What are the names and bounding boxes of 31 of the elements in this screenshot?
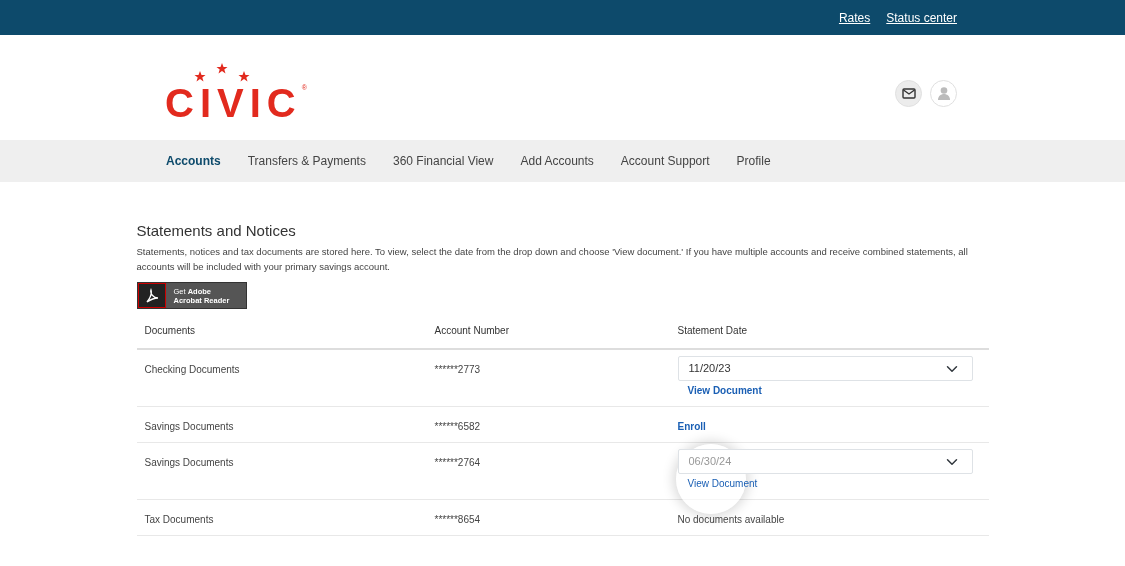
table-cell: ******6582 bbox=[434, 421, 481, 432]
nav-tab[interactable]: Transfers & Payments bbox=[247, 152, 366, 170]
nav-tab[interactable]: Accounts bbox=[166, 152, 221, 170]
stars-icon bbox=[192, 63, 252, 83]
date-select[interactable]: 11/20/23 bbox=[677, 356, 973, 381]
table-cell: Savings Documents bbox=[144, 457, 234, 468]
rates-link[interactable]: Rates bbox=[838, 8, 871, 27]
view-document-link[interactable]: View Document bbox=[687, 383, 762, 398]
mail-icon bbox=[901, 87, 916, 99]
page-title: Statements and Notices bbox=[136, 222, 297, 240]
nav-tab[interactable]: Profile bbox=[736, 152, 771, 170]
table-cell: ******2773 bbox=[434, 364, 481, 375]
table-cell: ******2764 bbox=[434, 457, 481, 468]
table-cell: Checking Documents bbox=[144, 364, 240, 375]
column-header: Account Number bbox=[434, 324, 510, 338]
view-document-link[interactable]: View Document bbox=[687, 476, 758, 491]
user-icon bbox=[936, 86, 951, 100]
mail-button[interactable] bbox=[895, 79, 922, 107]
column-header: Documents bbox=[144, 324, 197, 338]
table-cell: Tax Documents bbox=[144, 514, 214, 525]
nav-tab[interactable]: 360 Financial View bbox=[392, 152, 494, 170]
enroll-link[interactable]: Enroll bbox=[677, 421, 706, 432]
table-cell: No documents available bbox=[677, 514, 785, 525]
nav-tab[interactable]: Account Support bbox=[620, 152, 710, 170]
table-cell: ******8654 bbox=[434, 514, 481, 525]
description-text: Statements, notices and tax documents are stored here. To view, select the date from the drop down and choose 'View document.' If you have multiple accounts and receive combined statements, all accounts will be included with your primary savings account. bbox=[136, 245, 969, 274]
table-cell: Savings Documents bbox=[144, 421, 234, 432]
logo-text: CIVIC bbox=[165, 83, 302, 123]
nav-tab[interactable]: Add Accounts bbox=[520, 152, 594, 170]
column-header: Statement Date bbox=[676, 324, 748, 338]
status-center-link[interactable]: Status center bbox=[886, 8, 957, 27]
